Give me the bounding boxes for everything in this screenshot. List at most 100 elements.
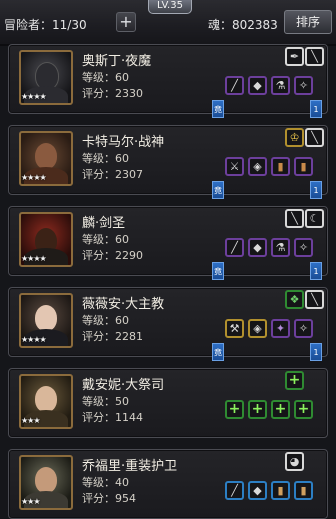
hero-score: 评分：2307: [82, 168, 143, 181]
equipment-icon: ⚔: [229, 160, 240, 173]
equipment-slot[interactable]: ⚒: [225, 319, 244, 338]
hero-name: 乔福里·重装护卫: [82, 459, 178, 474]
plus-icon: +: [288, 372, 301, 388]
hero-level: 等级：60: [82, 233, 129, 246]
equipment-slot[interactable]: ▮: [271, 481, 290, 500]
hero-level: 等级：60: [82, 152, 129, 165]
hero-score: 评分：2330: [82, 87, 143, 100]
star-rating: ★★★: [21, 416, 41, 425]
skill-slot[interactable]: ◕: [285, 452, 304, 471]
equipment-slot[interactable]: ◈: [248, 319, 267, 338]
skill-slot[interactable]: ♔: [285, 128, 304, 147]
plus-icon: +: [228, 401, 241, 417]
hero-count: 冒险者：11/30: [4, 18, 87, 32]
equipment-icon: ▮: [300, 160, 307, 173]
arena-flag: 竟: [212, 262, 224, 280]
skill-slot[interactable]: ☾: [305, 209, 324, 228]
hero-card[interactable]: ★★★★ 奥斯丁·夜魔 等级：60 评分：2330 ✒ ╲ ╱ ◆ ⚗ ✧: [8, 44, 328, 114]
equipment-slot[interactable]: +: [271, 400, 290, 419]
rank-flag: 1: [310, 181, 322, 199]
equipment-icon: ╱: [231, 241, 238, 254]
hero-list[interactable]: ★★★★ 奥斯丁·夜魔 等级：60 评分：2330 ✒ ╲ ╱ ◆ ⚗ ✧ 竟 …: [0, 44, 336, 519]
rank-flag: 1: [310, 343, 322, 361]
skill-slot[interactable]: ╲: [285, 209, 304, 228]
star-rating: ★★★★: [21, 335, 47, 344]
hero-card[interactable]: ★★★★ 卡特马尔·战神 等级：60 评分：2307 ♔ ╲ ⚔ ◈ ▮ ▮: [8, 125, 328, 195]
arena-flag: 竟: [212, 181, 224, 199]
hero-name: 奥斯丁·夜魔: [82, 54, 152, 69]
skill-slot[interactable]: ✒: [285, 47, 304, 66]
equipment-slot[interactable]: ✧: [294, 319, 313, 338]
equipment-slot[interactable]: ╱: [225, 238, 244, 257]
equipment-slot[interactable]: ◈: [248, 157, 267, 176]
hero-score: 评分：2281: [82, 330, 143, 343]
hero-score: 评分：2290: [82, 249, 143, 262]
equipment-icon: ▮: [300, 484, 307, 497]
add-hero-button[interactable]: +: [116, 12, 136, 32]
equipment-icon: ⚒: [229, 322, 240, 335]
hero-card[interactable]: ★★★ 乔福里·重装护卫 等级：40 评分：954 ◕ ╱ ◆ ▮ ▮: [8, 449, 328, 519]
top-bar: 冒险者：11/30 + LV.35 魂：802383 排序: [0, 0, 336, 46]
hero-score: 评分：1144: [82, 411, 143, 424]
hero-card[interactable]: ★★★★ 麟·剑圣 等级：60 评分：2290 ╲ ☾ ╱ ◆ ⚗ ✧: [8, 206, 328, 276]
skill-icon: ╲: [311, 293, 318, 306]
hero-card[interactable]: ★★★ 戴安妮·大祭司 等级：50 评分：1144 + + + + +: [8, 368, 328, 438]
equipment-icon: ◈: [253, 160, 262, 173]
hero-name: 卡特马尔·战神: [82, 135, 165, 150]
trophy-icon: ♔: [289, 131, 300, 144]
equipment-slot[interactable]: ╱: [225, 481, 244, 500]
hero-score: 评分：954: [82, 492, 136, 505]
equipment-slot[interactable]: ⚗: [271, 76, 290, 95]
rank-flag: 1: [310, 262, 322, 280]
skill-slot[interactable]: ╲: [305, 128, 324, 147]
arena-flag: 竟: [212, 343, 224, 361]
skill-icon: ◕: [289, 455, 300, 468]
equipment-icon: ╱: [231, 79, 238, 92]
equipment-slot[interactable]: +: [294, 400, 313, 419]
equipment-icon: ◆: [253, 484, 262, 497]
equipment-icon: ◆: [253, 241, 262, 254]
equipment-icon: ✦: [275, 322, 286, 335]
hero-level: 等级：50: [82, 395, 129, 408]
equipment-slot[interactable]: ✦: [271, 319, 290, 338]
player-level-tab: LV.35: [148, 0, 192, 14]
equipment-slot[interactable]: +: [225, 400, 244, 419]
equipment-slot[interactable]: ◆: [248, 76, 267, 95]
sort-button[interactable]: 排序: [284, 10, 332, 34]
equipment-slot[interactable]: ◆: [248, 481, 267, 500]
star-rating: ★★★: [21, 497, 41, 506]
equipment-slot[interactable]: +: [248, 400, 267, 419]
arena-flag: 竟: [212, 100, 224, 118]
equipment-slot[interactable]: ⚔: [225, 157, 244, 176]
equipment-slot[interactable]: ✧: [294, 238, 313, 257]
skill-icon: ☾: [309, 212, 320, 225]
equipment-icon: ╱: [231, 484, 238, 497]
skill-slot[interactable]: ╲: [305, 290, 324, 309]
equipment-icon: ◆: [253, 79, 262, 92]
hero-level: 等级：60: [82, 314, 129, 327]
equipment-icon: ▮: [277, 160, 284, 173]
rank-flag: 1: [310, 100, 322, 118]
skill-icon: ✒: [289, 50, 300, 63]
hero-level: 等级：40: [82, 476, 129, 489]
hero-name: 戴安妮·大祭司: [82, 378, 165, 393]
skill-slot[interactable]: ╲: [305, 47, 324, 66]
equipment-icon: ✧: [298, 79, 309, 92]
equipment-slot[interactable]: ⚗: [271, 238, 290, 257]
equipment-slot[interactable]: ╱: [225, 76, 244, 95]
equipment-slot[interactable]: ✧: [294, 76, 313, 95]
equipment-slot[interactable]: ▮: [271, 157, 290, 176]
equipment-slot[interactable]: ◆: [248, 238, 267, 257]
star-rating: ★★★★: [21, 254, 47, 263]
hero-card[interactable]: ★★★★ 薇薇安·大主教 等级：60 评分：2281 ❖ ╲ ⚒ ◈ ✦ ✧: [8, 287, 328, 357]
star-rating: ★★★★: [21, 92, 47, 101]
equipment-icon: ⚗: [275, 79, 286, 92]
equipment-slot[interactable]: ▮: [294, 481, 313, 500]
equipment-icon: ✧: [298, 322, 309, 335]
skill-slot[interactable]: +: [285, 371, 304, 390]
equipment-slot[interactable]: ▮: [294, 157, 313, 176]
plus-icon: +: [297, 401, 310, 417]
skill-slot[interactable]: ❖: [285, 290, 304, 309]
hero-name: 薇薇安·大主教: [82, 297, 165, 312]
skill-icon: ╲: [291, 212, 298, 225]
